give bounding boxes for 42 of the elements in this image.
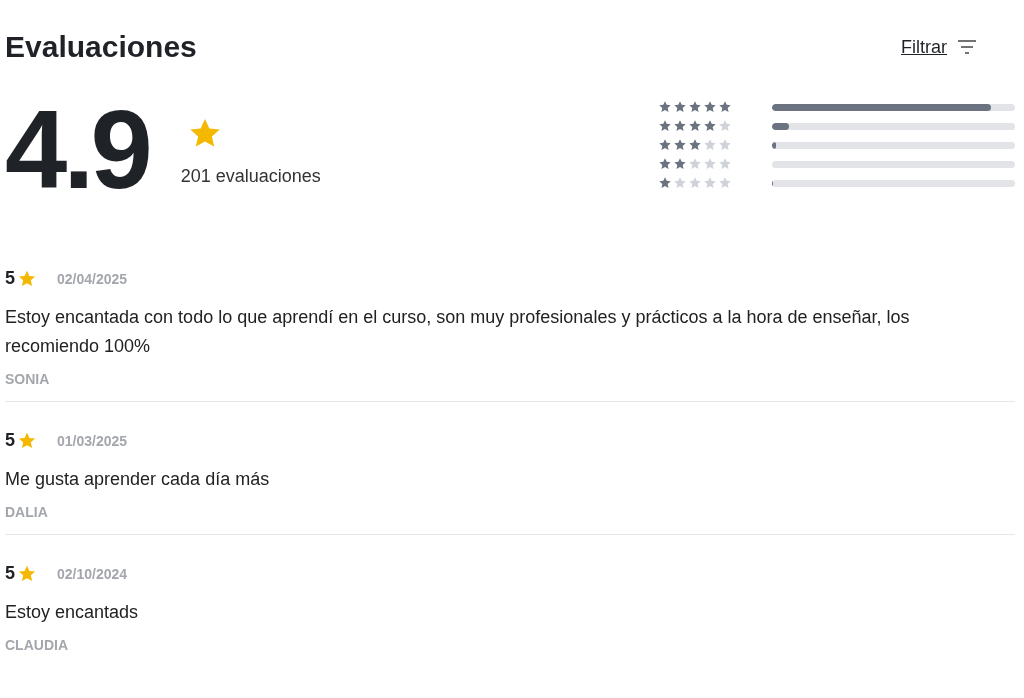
- star-icon: [673, 157, 687, 171]
- star-icon: [718, 119, 732, 133]
- review-author: SONIA: [5, 371, 51, 387]
- review-score: 5: [5, 563, 15, 584]
- star-icon: [718, 157, 732, 171]
- star-icon: [658, 157, 672, 171]
- average-rating: 4.9: [5, 94, 149, 206]
- star-icon: [688, 176, 702, 190]
- review-author: CLAUDIA: [5, 637, 69, 653]
- star-icon: [718, 138, 732, 152]
- star-icon: [673, 176, 687, 190]
- star-icon: [703, 100, 717, 114]
- review-date: 02/04/2025: [57, 270, 128, 287]
- star-icon: [688, 138, 702, 152]
- star-icon: [703, 119, 717, 133]
- review-text: Estoy encantada con todo lo que aprendí en el curso, son muy profesionales y prácticos a la hora de enseñar, los recomiendo 100%: [5, 306, 911, 358]
- filter-link[interactable]: Filtrar: [901, 36, 977, 58]
- star-icon: [718, 176, 732, 190]
- star-icon: [718, 100, 732, 114]
- star-icon: [688, 100, 702, 114]
- review-score: 5: [5, 430, 15, 451]
- star-icon: [658, 100, 672, 114]
- review-text: Me gusta aprender cada día más: [5, 468, 271, 491]
- star-icon: [673, 119, 687, 133]
- star-icon: [703, 176, 717, 190]
- star-icon: [658, 138, 672, 152]
- star-icon: [688, 119, 702, 133]
- star-icon: [703, 138, 717, 152]
- review-score: 5: [5, 268, 15, 289]
- star-icon: [658, 119, 672, 133]
- review-date: 02/10/2024: [57, 565, 128, 582]
- review-text: Estoy encantads: [5, 601, 140, 624]
- review-date: 01/03/2025: [57, 432, 128, 449]
- filter-icon: [957, 39, 977, 55]
- page-title: Evaluaciones: [5, 30, 197, 64]
- review-author: DALIA: [5, 504, 49, 520]
- star-icon: [688, 157, 702, 171]
- star-icon: [658, 176, 672, 190]
- review-count: 201 evaluaciones: [180, 166, 321, 187]
- star-icon: [673, 138, 687, 152]
- star-icon: [703, 157, 717, 171]
- star-icon: [673, 100, 687, 114]
